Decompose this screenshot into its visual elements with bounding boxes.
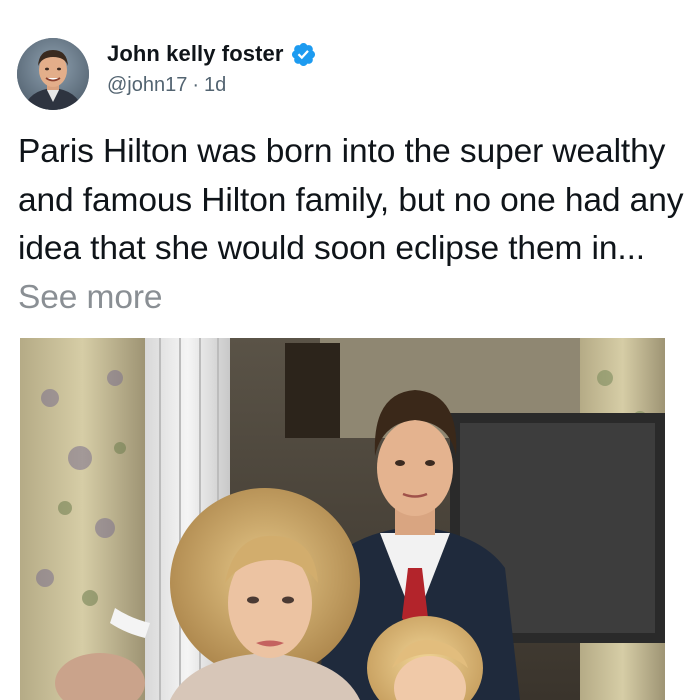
tweet-media-photo[interactable]: [20, 338, 665, 700]
author-handle[interactable]: @john17: [107, 74, 187, 97]
tweet-body: Paris Hilton was born into the super wea…: [18, 128, 688, 322]
tweet-body-text: Paris Hilton was born into the super wea…: [18, 133, 684, 267]
author-display-name[interactable]: John kelly foster: [107, 41, 284, 67]
tweet-card[interactable]: John kelly foster @john17 · 1d Paris Hil…: [0, 0, 700, 700]
avatar-photo-icon: [17, 38, 89, 110]
meta-separator: ·: [192, 73, 200, 96]
see-more-link[interactable]: See more: [18, 279, 163, 316]
author-avatar[interactable]: [17, 38, 89, 110]
tweet-timestamp[interactable]: 1d: [204, 74, 226, 97]
verified-badge-icon: [290, 41, 317, 68]
family-photo-image: [20, 338, 665, 700]
